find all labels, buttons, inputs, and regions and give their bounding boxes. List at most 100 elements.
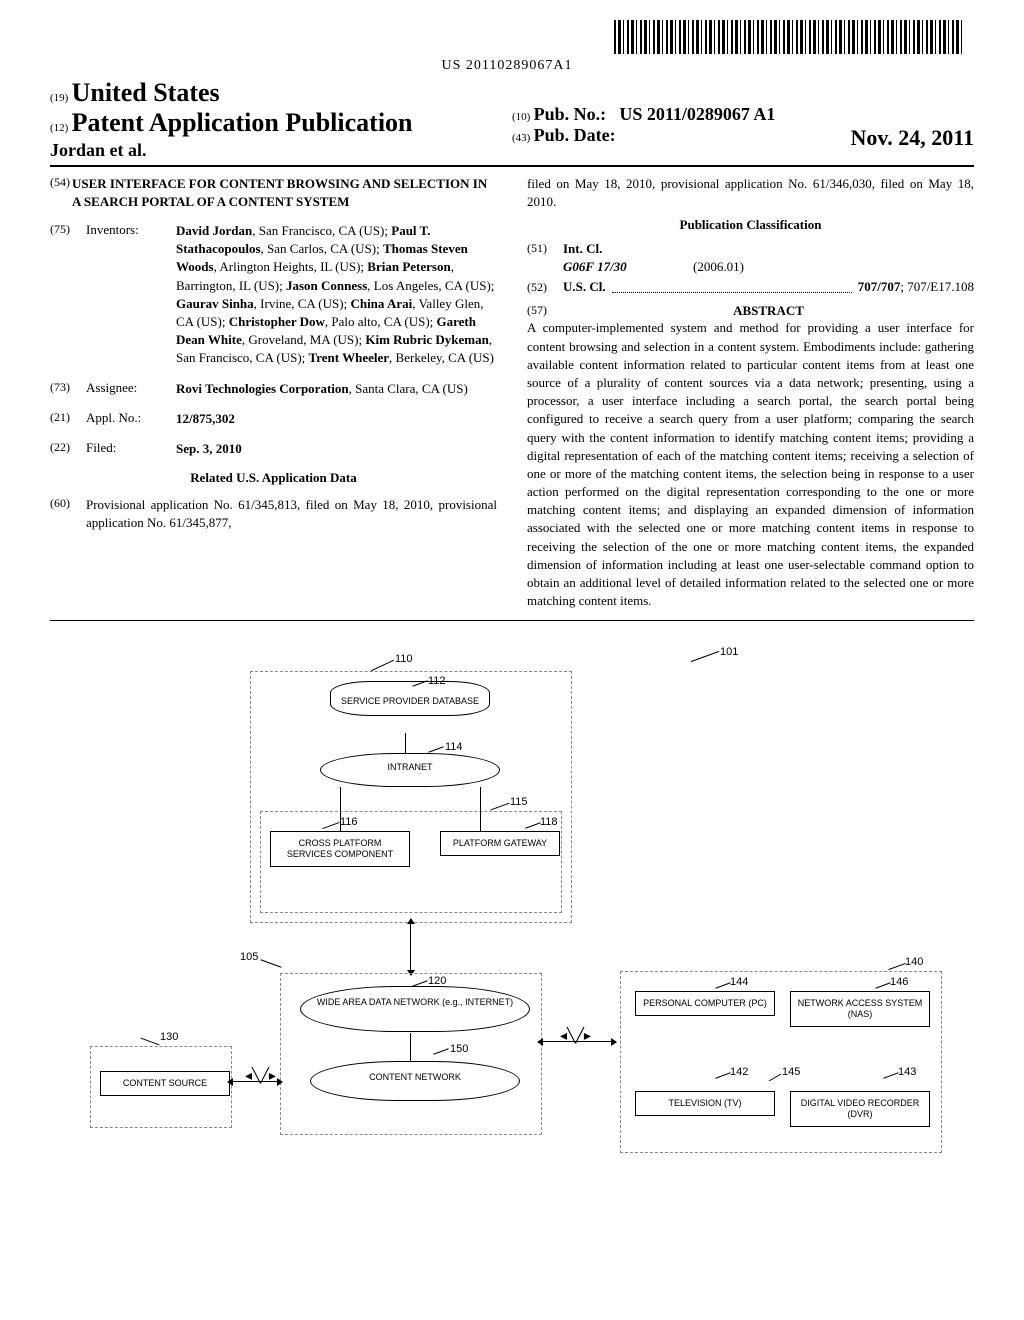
top-bar: US 20110289067A1	[50, 20, 974, 74]
inid-52: (52)	[527, 280, 563, 295]
country: United States	[72, 78, 220, 107]
related-text-right: filed on May 18, 2010, provisional appli…	[527, 175, 974, 211]
ref-144: 144	[730, 976, 748, 988]
inventor-loc: , Groveland, MA (US);	[242, 332, 366, 347]
ref-145: 145	[782, 1066, 800, 1078]
inventors-label: Inventors:	[86, 222, 176, 368]
ref-line	[260, 960, 281, 968]
dotted-leader	[612, 282, 852, 293]
invention-title: USER INTERFACE FOR CONTENT BROWSING AND …	[72, 175, 497, 210]
ref-line	[371, 660, 394, 671]
inid-19: (19)	[50, 92, 68, 104]
assignee-value: Rovi Technologies Corporation, Santa Cla…	[176, 380, 497, 398]
inventor-loc: , Berkeley, CA (US)	[389, 350, 494, 365]
pub-no-label: Pub. No.:	[534, 104, 607, 124]
intcl-label: Int. Cl.	[563, 241, 602, 257]
content-source-box: CONTENT SOURCE	[100, 1071, 230, 1096]
connector	[480, 787, 481, 831]
connector	[405, 733, 406, 755]
inid-73: (73)	[50, 380, 86, 398]
intcl-code: G06F 17/30	[563, 259, 693, 275]
inid-12: (12)	[50, 122, 68, 134]
pub-date-label: Pub. Date:	[534, 125, 616, 145]
abstract-text: A computer-implemented system and method…	[527, 319, 974, 610]
ref-140: 140	[905, 956, 923, 968]
inventor-loc: , Palo alto, CA (US);	[325, 314, 437, 329]
inventor-name: Gaurav Sinha	[176, 296, 254, 311]
header-authors: Jordan et al.	[50, 140, 512, 161]
service-provider-db: SERVICE PROVIDER DATABASE	[330, 681, 490, 716]
inid-60: (60)	[50, 496, 86, 532]
inid-43: (43)	[512, 132, 530, 144]
abstract-title: ABSTRACT	[563, 303, 974, 319]
assignee-label: Assignee:	[86, 380, 176, 398]
ref-line	[691, 651, 720, 662]
related-title: Related U.S. Application Data	[50, 470, 497, 486]
cross-platform-box: CROSS PLATFORM SERVICES COMPONENT	[270, 831, 410, 867]
nas-box: NETWORK ACCESS SYSTEM (NAS)	[790, 991, 930, 1027]
intranet-cloud: INTRANET	[320, 753, 500, 787]
inid-21: (21)	[50, 410, 86, 428]
inventor-loc: , San Carlos, CA (US);	[261, 241, 383, 256]
inid-54: (54)	[50, 175, 72, 210]
inventor-name: Brian Peterson	[367, 259, 450, 274]
inventor-loc: , San Francisco, CA (US);	[252, 223, 391, 238]
inventor-name: Kim Rubric Dykeman	[365, 332, 489, 347]
ref-130: 130	[160, 1031, 178, 1043]
inid-75: (75)	[50, 222, 86, 368]
pc-box: PERSONAL COMPUTER (PC)	[635, 991, 775, 1016]
document-body: (54) USER INTERFACE FOR CONTENT BROWSING…	[50, 175, 974, 621]
wan-cloud: WIDE AREA DATA NETWORK (e.g., INTERNET)	[300, 986, 530, 1032]
pub-class-title: Publication Classification	[527, 217, 974, 233]
assignee-name: Rovi Technologies Corporation	[176, 381, 349, 396]
inventor-loc: , Irvine, CA (US);	[254, 296, 351, 311]
applno-label: Appl. No.:	[86, 410, 176, 428]
ref-142: 142	[730, 1066, 748, 1078]
intcl-date: (2006.01)	[693, 259, 744, 275]
inid-10: (10)	[512, 111, 530, 123]
ref-112: 112	[428, 675, 446, 687]
inventor-loc: , Arlington Heights, IL (US);	[214, 259, 368, 274]
ref-146: 146	[890, 976, 908, 988]
platform-gateway-box: PLATFORM GATEWAY	[440, 831, 560, 856]
uscl-value-bold: 707/707	[858, 279, 901, 294]
dvr-box: DIGITAL VIDEO RECORDER (DVR)	[790, 1091, 930, 1127]
publication-type: Patent Application Publication	[72, 108, 413, 137]
ref-120: 120	[428, 975, 446, 987]
inid-57: (57)	[527, 303, 563, 319]
ref-114: 114	[445, 741, 463, 753]
figure-1: 101 110 SERVICE PROVIDER DATABASE 112 IN…	[50, 641, 974, 1201]
applno-value: 12/875,302	[176, 410, 497, 428]
pub-no-value: US 2011/0289067 A1	[619, 104, 775, 124]
ref-105: 105	[240, 951, 258, 963]
inventor-name: David Jordan	[176, 223, 252, 238]
inid-51: (51)	[527, 241, 563, 257]
filed-value: Sep. 3, 2010	[176, 440, 497, 458]
ref-143: 143	[898, 1066, 916, 1078]
ref-115: 115	[510, 796, 528, 808]
barcode-graphic	[614, 20, 964, 54]
inventor-loc: , Los Angeles, CA (US);	[367, 278, 494, 293]
ref-116: 116	[340, 816, 358, 828]
inventors-list: David Jordan, San Francisco, CA (US); Pa…	[176, 222, 497, 368]
filed-label: Filed:	[86, 440, 176, 458]
inventor-name: Trent Wheeler	[309, 350, 390, 365]
barcode-number: US 20110289067A1	[50, 58, 964, 74]
uscl-value-rest: ; 707/E17.108	[900, 279, 974, 294]
ref-line	[140, 1038, 159, 1046]
bidir-symbol: ◂╲╱▸	[560, 1027, 591, 1044]
inventor-name: Christopher Dow	[229, 314, 325, 329]
related-text-left: Provisional application No. 61/345,813, …	[86, 496, 497, 532]
ref-line	[888, 963, 905, 970]
inventor-name: Jason Conness	[286, 278, 367, 293]
inventor-name: China Arai	[350, 296, 412, 311]
content-network-cloud: CONTENT NETWORK	[310, 1061, 520, 1101]
document-header: (19) United States (12) Patent Applicati…	[50, 78, 974, 167]
tv-box: TELEVISION (TV)	[635, 1091, 775, 1116]
inid-22: (22)	[50, 440, 86, 458]
uscl-label: U.S. Cl.	[563, 279, 606, 295]
ref-118: 118	[540, 816, 558, 828]
ref-110: 110	[395, 653, 413, 665]
bidir-symbol: ◂╲╱▸	[245, 1067, 276, 1084]
pub-date-value: Nov. 24, 2011	[851, 125, 974, 151]
